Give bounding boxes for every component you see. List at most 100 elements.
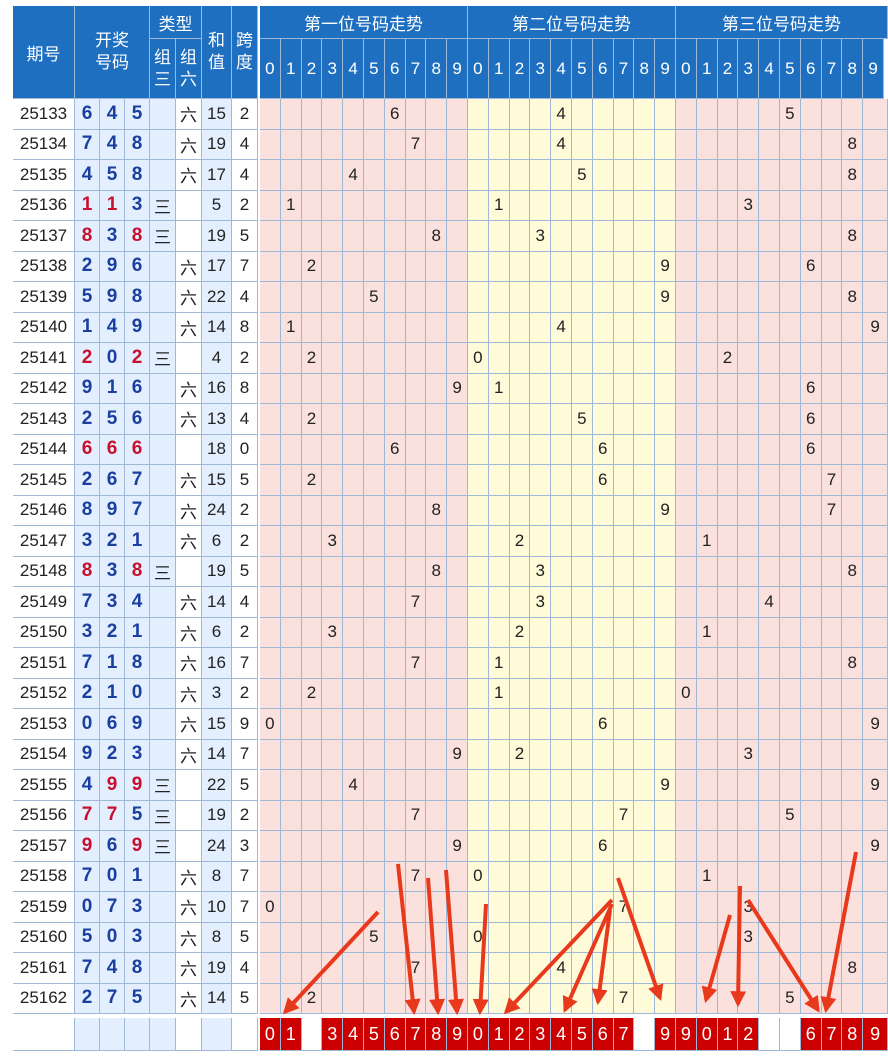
type-zu3-cell [150, 678, 176, 709]
footer-pick-pos1: 1 [280, 1018, 302, 1051]
trend-cell [676, 160, 697, 191]
winning-digit: 8 [125, 282, 150, 313]
trend-cell [634, 190, 656, 221]
trend-cell [426, 770, 448, 801]
type-zu3-cell [150, 526, 176, 557]
winning-digit: 4 [125, 587, 150, 618]
winning-digit: 3 [125, 190, 150, 221]
span-cell: 9 [232, 709, 258, 740]
trend-cell [301, 282, 323, 313]
trend-cell [530, 770, 552, 801]
footer-pick-pos1: 4 [343, 1018, 364, 1051]
winning-digit: 5 [125, 800, 150, 831]
trend-cell [738, 831, 760, 862]
trend-cell [655, 587, 676, 618]
trend-cell [759, 800, 780, 831]
trend-cell [364, 343, 385, 374]
trend-cell [280, 221, 302, 252]
trend-cell [842, 343, 864, 374]
trend-cell [384, 282, 406, 313]
trend-cell [322, 892, 344, 923]
trend-cell [322, 953, 344, 984]
trend-cell [468, 251, 489, 282]
trend-cell [280, 953, 302, 984]
span-cell: 2 [232, 99, 258, 130]
footer-pick-pos1: 9 [447, 1018, 468, 1051]
trend-cell [260, 221, 281, 252]
trend-cell [572, 617, 593, 648]
trend-cell [800, 770, 822, 801]
trend-cell [842, 465, 864, 496]
trend-cell [343, 251, 364, 282]
winning-digit: 6 [125, 251, 150, 282]
trend-cell [530, 678, 552, 709]
trend-cell [364, 160, 385, 191]
trend-hit: 5 [780, 99, 801, 130]
footer-z3 [150, 1018, 176, 1051]
trend-cell [468, 556, 489, 587]
trend-cell [280, 922, 302, 953]
trend-cell [842, 587, 864, 618]
winning-digit: 1 [125, 617, 150, 648]
trend-cell [717, 312, 739, 343]
trend-cell [364, 312, 385, 343]
trend-cell [738, 556, 760, 587]
sum-cell: 14 [202, 983, 232, 1014]
trend-cell [821, 953, 843, 984]
trend-cell [717, 465, 739, 496]
trend-cell [572, 129, 593, 160]
trend-hit: 2 [509, 739, 531, 770]
trend-cell [800, 129, 822, 160]
trend-cell [800, 526, 822, 557]
trend-cell [780, 251, 801, 282]
trend-cell [738, 953, 760, 984]
trend-cell [863, 190, 888, 221]
trend-cell [488, 739, 510, 770]
trend-cell [738, 251, 760, 282]
trend-cell [364, 678, 385, 709]
trend-cell [780, 373, 801, 404]
trend-cell [488, 892, 510, 923]
trend-cell [821, 739, 843, 770]
trend-hit: 0 [260, 892, 281, 923]
trend-cell [322, 129, 344, 160]
trend-cell [655, 160, 676, 191]
trend-hit: 5 [780, 800, 801, 831]
footer-pick-pos2: 1 [488, 1018, 510, 1051]
sum-cell: 5 [202, 190, 232, 221]
sum-cell: 19 [202, 556, 232, 587]
issue-cell: 25161 [13, 953, 75, 984]
trend-cell [468, 373, 489, 404]
trend-cell [260, 983, 281, 1014]
trend-cell [468, 526, 489, 557]
trend-cell [717, 526, 739, 557]
trend-cell [384, 465, 406, 496]
type-zu6-cell: 六 [176, 160, 202, 191]
trend-cell [821, 556, 843, 587]
trend-cell [447, 953, 468, 984]
footer-pick-pos2: 3 [530, 1018, 552, 1051]
trend-cell [800, 282, 822, 313]
trend-cell [509, 831, 531, 862]
trend-cell [696, 221, 718, 252]
trend-cell [488, 800, 510, 831]
span-cell: 5 [232, 556, 258, 587]
sum-cell: 16 [202, 648, 232, 679]
winning-digit: 3 [75, 526, 100, 557]
trend-cell [364, 739, 385, 770]
trend-cell [280, 99, 302, 130]
winning-digit: 7 [75, 648, 100, 679]
winning-digit: 7 [75, 861, 100, 892]
trend-cell [343, 709, 364, 740]
trend-cell [696, 953, 718, 984]
footer-empty [759, 1018, 780, 1051]
winning-digit: 1 [100, 373, 125, 404]
trend-cell [676, 190, 697, 221]
footer-win [100, 1018, 125, 1051]
trend-cell [676, 373, 697, 404]
trend-cell [780, 404, 801, 435]
footer-pick-pos3: 6 [800, 1018, 822, 1051]
type-zu6-cell: 六 [176, 282, 202, 313]
trend-cell [613, 495, 635, 526]
trend-cell [509, 190, 531, 221]
